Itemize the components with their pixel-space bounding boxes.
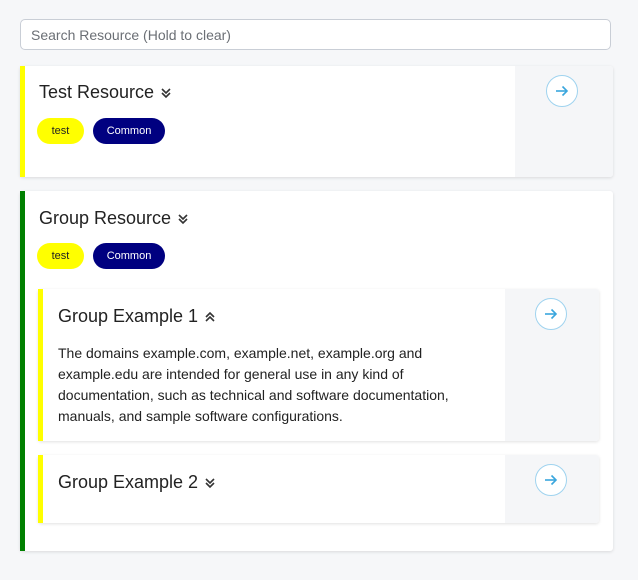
tag-test: test xyxy=(37,243,84,269)
resource-title-toggle[interactable]: Test Resource xyxy=(39,82,172,103)
open-resource-button[interactable] xyxy=(546,75,578,107)
group-example-card-2: Group Example 2 xyxy=(38,455,599,523)
accent-bar xyxy=(38,289,43,441)
open-example-button[interactable] xyxy=(535,464,567,496)
accent-bar xyxy=(38,455,43,523)
tag-common: Common xyxy=(93,243,165,269)
group-example-card-1: Group Example 1 The domains example.com,… xyxy=(38,289,599,441)
open-example-button[interactable] xyxy=(535,298,567,330)
resource-title-toggle[interactable]: Group Resource xyxy=(39,208,189,229)
tag-test: test xyxy=(37,118,84,144)
arrow-right-icon xyxy=(545,474,558,486)
chevron-double-down-icon xyxy=(161,87,171,98)
example-description: The domains example.com, example.net, ex… xyxy=(58,345,449,424)
resource-title: Group Resource xyxy=(39,208,172,228)
example-title-toggle[interactable]: Group Example 1 xyxy=(58,306,216,327)
accent-bar xyxy=(20,191,25,551)
tag-common: Common xyxy=(93,118,165,144)
arrow-right-icon xyxy=(556,85,569,97)
example-title: Group Example 2 xyxy=(58,472,199,492)
example-title: Group Example 1 xyxy=(58,306,199,326)
resource-card-test: Test Resource test Common xyxy=(20,66,613,177)
example-title-toggle[interactable]: Group Example 2 xyxy=(58,472,216,493)
arrow-right-icon xyxy=(545,308,558,320)
resource-card-group: Group Resource test Common Group Example… xyxy=(20,191,613,551)
accent-bar xyxy=(20,66,25,177)
search-input[interactable] xyxy=(20,19,611,50)
chevron-double-down-icon xyxy=(178,213,188,224)
resource-title: Test Resource xyxy=(39,82,155,102)
chevron-double-up-icon xyxy=(205,311,215,322)
chevron-double-down-icon xyxy=(205,477,215,488)
